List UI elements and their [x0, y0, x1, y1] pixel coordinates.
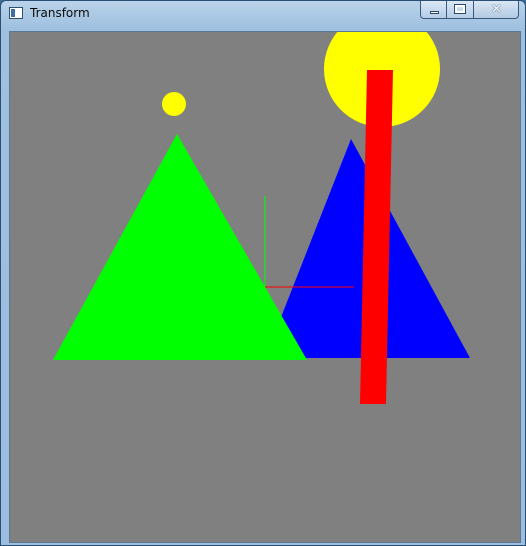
- window-title: Transform: [30, 6, 90, 20]
- small-yellow-circle: [162, 92, 186, 116]
- minimize-button[interactable]: [420, 1, 447, 19]
- maximize-button[interactable]: [447, 1, 474, 19]
- title-bar[interactable]: Transform ✕: [1, 1, 525, 27]
- minimize-icon: [430, 11, 439, 14]
- app-icon[interactable]: [9, 7, 23, 19]
- close-icon: ✕: [491, 2, 502, 17]
- scene-svg: [10, 32, 520, 542]
- maximize-icon: [454, 4, 466, 14]
- close-button[interactable]: ✕: [474, 1, 519, 19]
- app-window: Transform ✕: [0, 0, 526, 546]
- render-canvas[interactable]: [9, 31, 521, 543]
